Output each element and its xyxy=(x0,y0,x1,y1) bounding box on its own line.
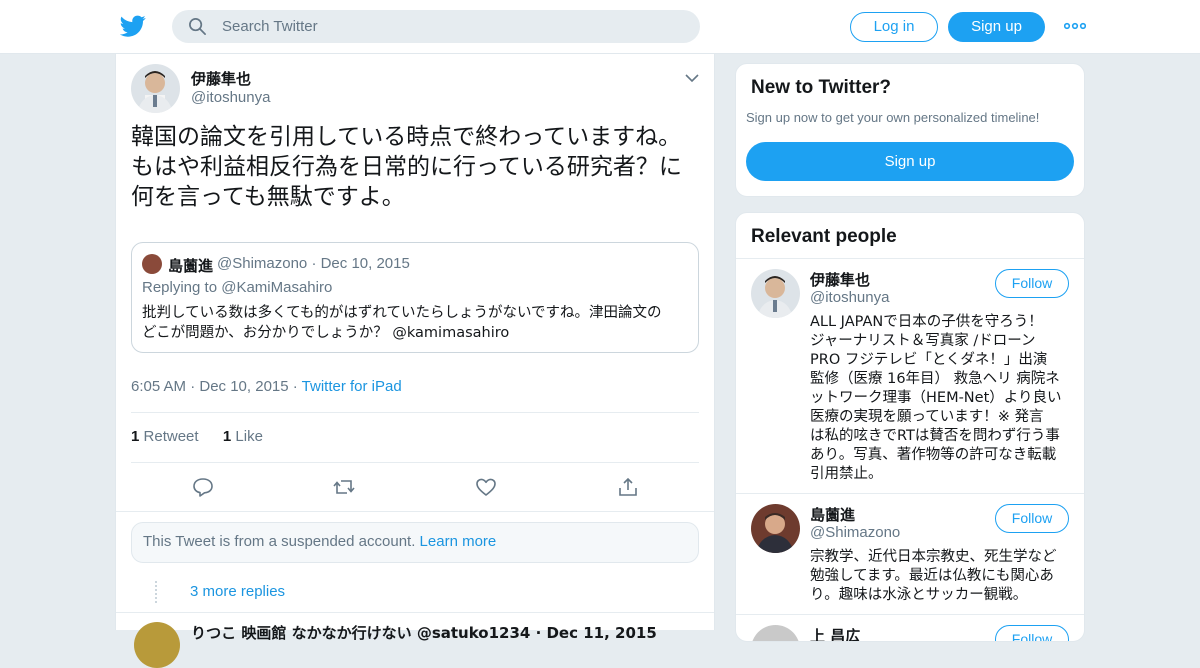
bio-line: 監修（医療 16年目） 救急ヘリ 病院ネ xyxy=(810,371,1060,387)
replying-to-text: Replying to @KamiMasahiro xyxy=(142,279,333,296)
tweet-stats: 1 Retweet 1 Like xyxy=(131,428,263,445)
learn-more-link[interactable]: Learn more xyxy=(420,533,497,550)
person-name[interactable]: 上 昌広 xyxy=(810,625,860,641)
bio-line: PRO フジテレビ「とくダネ！」出演 xyxy=(810,352,1048,368)
person-item[interactable]: 上 昌広 Follow xyxy=(736,614,1084,641)
person-item[interactable]: 島薗進 @Shimazono Follow 宗教学、近代日本宗教史、死生学など … xyxy=(736,493,1084,615)
retweet-label[interactable]: Retweet xyxy=(144,428,199,445)
tweet-text: 韓国の論文を引用している時点で終わっていますね。 もはや利益相反行為を日常的に行… xyxy=(131,122,701,212)
person-photo-icon xyxy=(751,504,800,553)
bio-line: あり。写真、著作物等の許可なき転載 xyxy=(810,447,1057,463)
bio-line: り。趣味は水泳とサッカー観戦。 xyxy=(810,587,1028,603)
more-options-icon[interactable] xyxy=(1064,18,1086,34)
suspended-notice: This Tweet is from a suspended account. … xyxy=(131,522,699,563)
signup-button[interactable]: Sign up xyxy=(948,12,1045,42)
suspended-text: This Tweet is from a suspended account. xyxy=(143,533,420,550)
share-icon[interactable] xyxy=(616,476,640,498)
avatar[interactable] xyxy=(751,625,800,641)
person-photo-icon xyxy=(751,269,800,318)
retweet-count[interactable]: 1 xyxy=(131,428,139,445)
tweet-detail-panel: 伊藤隼也 @itoshunya 韓国の論文を引用している時点で終わっていますね。… xyxy=(115,54,715,668)
mention-link[interactable]: @kamimasahiro xyxy=(392,325,509,341)
quoted-text-line: どこが問題か、お分かりでしょうか？ @kamimasahiro xyxy=(142,323,690,343)
more-replies-link[interactable]: 3 more replies xyxy=(190,583,285,600)
thread-line xyxy=(155,581,157,603)
avatar[interactable] xyxy=(131,64,180,113)
avatar[interactable] xyxy=(751,269,800,318)
person-handle[interactable]: @itoshunya xyxy=(810,289,889,306)
next-reply-preview[interactable]: りつこ 映画館 なかなか行けない @satuko1234 · Dec 11, 2… xyxy=(116,614,714,668)
search-input[interactable] xyxy=(222,10,682,43)
like-heart-icon[interactable] xyxy=(474,476,498,498)
tweet-text-line: 韓国の論文を引用している時点で終わっていますね。 xyxy=(131,124,682,150)
retweet-icon[interactable] xyxy=(332,476,356,498)
divider xyxy=(116,511,714,512)
person-name[interactable]: 伊藤隼也 xyxy=(810,269,870,290)
quoted-author-meta: @Shimazono · Dec 10, 2015 xyxy=(217,255,410,272)
sidebar-signup-button[interactable]: Sign up xyxy=(746,142,1074,181)
quoted-tweet[interactable]: 島薗進 @Shimazono · Dec 10, 2015 Replying t… xyxy=(131,242,699,353)
quoted-text-line: 批判している数は多くても的がはずれていたらしょうがないですね。津田論文の xyxy=(142,305,662,321)
login-button[interactable]: Log in xyxy=(850,12,938,42)
bio-line: ジャーナリスト＆写真家 /ドローン xyxy=(810,333,1036,349)
avatar[interactable] xyxy=(751,504,800,553)
like-label[interactable]: Like xyxy=(235,428,263,445)
new-to-twitter-subtitle: Sign up now to get your own personalized… xyxy=(746,110,1040,125)
divider xyxy=(116,612,714,613)
author-handle[interactable]: @itoshunya xyxy=(191,89,270,106)
author-name[interactable]: 伊藤隼也 xyxy=(191,68,251,89)
search-icon xyxy=(189,18,206,35)
chevron-down-icon[interactable] xyxy=(684,72,700,84)
person-bio: 宗教学、近代日本宗教史、死生学など 勉強してます。最近は仏教にも関心あ り。趣味… xyxy=(810,548,1074,605)
relevant-people-title: Relevant people xyxy=(751,226,897,247)
reply-icon[interactable] xyxy=(191,476,215,498)
divider xyxy=(131,412,699,413)
author-photo-icon xyxy=(131,64,180,113)
new-to-twitter-card: New to Twitter? Sign up now to get your … xyxy=(735,63,1085,197)
bio-line: は私的呟きでRTは賛否を問わず行う事 xyxy=(810,428,1060,444)
tweet-text-line: もはや利益相反行為を日常的に行っている研究者？に xyxy=(131,154,682,180)
bio-line: 勉強してます。最近は仏教にも関心あ xyxy=(810,568,1054,584)
follow-button[interactable]: Follow xyxy=(995,504,1069,533)
top-nav-bar: Log in Sign up xyxy=(0,0,1200,54)
twitter-bird-logo-icon[interactable] xyxy=(120,13,146,39)
bio-line: ットワーク理事（HEM-Net）より良い xyxy=(810,390,1062,406)
bio-line: 宗教学、近代日本宗教史、死生学など xyxy=(810,549,1057,565)
divider xyxy=(131,462,699,463)
next-reply-header: りつこ 映画館 なかなか行けない @satuko1234 · Dec 11, 2… xyxy=(191,624,657,642)
quoted-author-name: 島薗進 xyxy=(168,257,214,275)
search-box[interactable] xyxy=(172,10,700,43)
source-link[interactable]: Twitter for iPad xyxy=(302,378,402,395)
timestamp-text[interactable]: 6:05 AM · Dec 10, 2015 · xyxy=(131,378,302,395)
bio-line: 引用禁止。 xyxy=(810,466,883,482)
quoted-text: 批判している数は多くても的がはずれていたらしょうがないですね。津田論文の どこが… xyxy=(142,303,690,343)
relevant-people-card: Relevant people 伊藤隼也 @itoshunya Follow A… xyxy=(735,212,1085,642)
bio-line: 医療の実現を願っています！※ 発言 xyxy=(810,409,1044,425)
follow-button[interactable]: Follow xyxy=(995,625,1069,641)
tweet-timestamp: 6:05 AM · Dec 10, 2015 · Twitter for iPa… xyxy=(131,378,402,395)
new-to-twitter-title: New to Twitter? xyxy=(751,77,892,98)
follow-button[interactable]: Follow xyxy=(995,269,1069,298)
tweet-text-line: 何を言っても無駄ですよ。 xyxy=(131,184,405,210)
like-count[interactable]: 1 xyxy=(223,428,231,445)
person-handle[interactable]: @Shimazono xyxy=(810,524,900,541)
person-item[interactable]: 伊藤隼也 @itoshunya Follow ALL JAPANで日本の子供を守… xyxy=(736,258,1084,494)
person-name[interactable]: 島薗進 xyxy=(810,504,855,525)
quoted-text-line-part: どこが問題か、お分かりでしょうか？ xyxy=(142,325,388,341)
person-bio: ALL JAPANで日本の子供を守ろう！ ジャーナリスト＆写真家 /ドローン P… xyxy=(810,313,1074,484)
avatar xyxy=(142,254,162,274)
avatar xyxy=(134,622,180,668)
bio-line: ALL JAPANで日本の子供を守ろう！ xyxy=(810,314,1043,330)
